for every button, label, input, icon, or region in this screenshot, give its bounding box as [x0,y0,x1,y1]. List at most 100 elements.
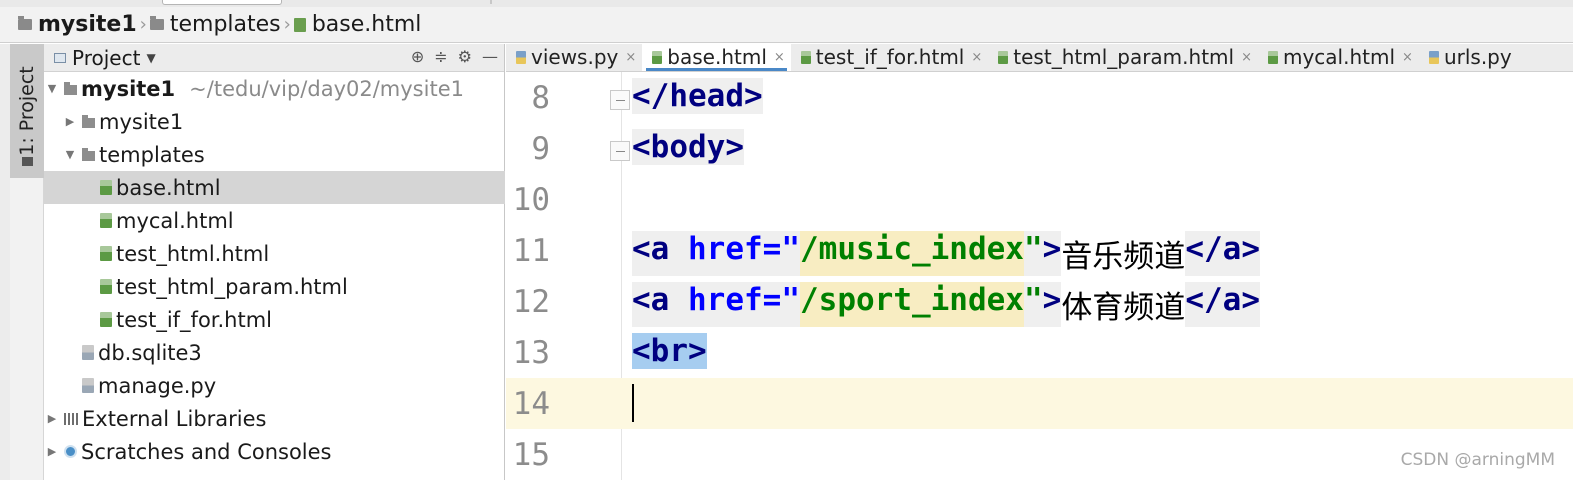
tool-strip-background [10,178,44,480]
file-icon [82,345,94,360]
scratches-icon [64,445,77,458]
locate-icon[interactable]: ⊕ [411,47,424,66]
code-text: </head > [632,78,763,114]
code-line[interactable]: 9 < body > [506,123,1573,174]
project-view-selector[interactable]: Project [72,46,140,70]
collapse-arrow-icon[interactable]: ▶ [46,412,58,425]
attr-quote: " [1023,231,1043,276]
line-number: 11 [512,233,550,269]
libraries-icon [64,412,78,425]
hide-icon[interactable]: — [482,47,498,66]
collapse-all-icon[interactable]: ≑ [434,47,447,66]
gear-icon[interactable]: ⚙ [458,47,472,66]
attr-eq: =" [762,231,800,276]
close-icon[interactable]: × [1241,50,1252,65]
folder-icon [82,147,95,161]
end-tag-open: </ [1185,231,1223,276]
tree-item-label: test_html_param.html [116,274,348,299]
tree-item-label: Scratches and Consoles [81,439,332,464]
line-number: 9 [531,131,550,167]
breadcrumb-item-templates[interactable]: templates [149,12,281,37]
space [669,282,689,327]
close-icon[interactable]: × [1402,50,1413,65]
python-file-icon [1428,50,1439,64]
tree-item-external-libraries[interactable]: ▶ External Libraries [44,402,505,435]
tree-item-path: ~/tedu/vip/day02/mysite1 [189,76,464,101]
tree-item-label: mycal.html [116,208,234,233]
tree-item-mysite1[interactable]: ▶ mysite1 [44,105,505,138]
tab-divider [490,0,492,4]
tree-item-test-if-for[interactable]: test_if_for.html [44,303,505,336]
tag-name: body [650,129,726,165]
attr-name: href [688,282,763,327]
collapse-arrow-icon[interactable]: ▶ [64,115,76,128]
tree-item-scratches[interactable]: ▶ Scratches and Consoles [44,435,505,468]
line-number: 14 [512,386,550,422]
tree-item-db-sqlite3[interactable]: db.sqlite3 [44,336,505,369]
editor: views.py × base.html × test_if_for.html … [506,44,1573,480]
tree-item-base-html[interactable]: base.html [44,171,505,204]
tree-item-mycal-html[interactable]: mycal.html [44,204,505,237]
tab-mycal-html[interactable]: mycal.html × [1258,44,1419,71]
tab-label: views.py [531,45,619,69]
project-tool-window-button[interactable]: 1: Project [10,44,44,178]
code-line[interactable]: 13 < br > [506,327,1573,378]
breadcrumb-label: base.html [311,12,422,37]
current-code-line[interactable]: 14 [506,378,1573,429]
breadcrumb-item-project[interactable]: mysite1 [18,12,137,37]
collapse-arrow-icon[interactable]: ▶ [46,445,58,458]
tree-item-label: manage.py [98,373,217,398]
html-file-icon [293,17,306,32]
tag-open: < [632,333,651,369]
tree-item-root[interactable]: ▼ mysite1 ~/tedu/vip/day02/mysite1 [44,72,505,105]
project-panel-toolbar: ⊕ ≑ ⚙ — [411,47,498,66]
tree-item-label: mysite1 [99,109,184,134]
close-icon[interactable]: × [774,50,785,65]
tree-item-label: db.sqlite3 [98,340,202,365]
tree-item-label: test_html.html [116,241,270,266]
breadcrumb-separator-icon: › [283,14,291,35]
chevron-down-icon[interactable]: ▼ [146,51,155,65]
folder-icon [82,114,95,128]
tab-base-html[interactable]: base.html × [642,44,791,71]
code-line[interactable]: 10 [506,174,1573,225]
tree-item-manage-py[interactable]: manage.py [44,369,505,402]
breadcrumb-item-file[interactable]: base.html [293,12,422,37]
tree-item-test-html-param[interactable]: test_html_param.html [44,270,505,303]
breadcrumb-label: templates [169,12,281,37]
expand-arrow-icon[interactable]: ▼ [64,148,76,161]
tag-open: </ [632,78,670,114]
tree-item-test-html[interactable]: test_html.html [44,237,505,270]
top-tab-strip [0,0,1573,7]
code-line[interactable]: 11 < a href ="/music_index " > 音乐频道 </a > [506,225,1573,276]
html-file-icon [100,180,112,195]
project-panel-header: Project ▼ ⊕ ≑ ⚙ — [44,44,504,72]
tab-label: test_html_param.html [1013,45,1235,69]
close-icon[interactable]: × [971,50,982,65]
space [669,231,689,276]
tab-test-html-param-html[interactable]: test_html_param.html × [988,44,1258,71]
partial-tab[interactable] [162,0,282,5]
tab-label: test_if_for.html [815,45,965,69]
line-number: 8 [531,80,550,116]
breadcrumb: mysite1 › templates › base.html [0,7,1573,43]
tab-test-if-for-html[interactable]: test_if_for.html × [791,44,989,71]
folder-icon [64,81,77,95]
fold-marker-icon[interactable] [610,90,630,110]
code-line[interactable]: 12 < a href ="/sport_index " > 体育频道 </a > [506,276,1573,327]
tab-label: base.html [667,45,767,69]
tab-views-py[interactable]: views.py × [506,44,642,71]
code-text: < a href ="/sport_index " > 体育频道 </a > [632,282,1260,327]
tree-item-label: templates [99,142,205,167]
fold-marker-icon[interactable] [610,141,630,161]
code-area[interactable]: 8 </head > 9 < body > 10 11 < a href ="/music… [506,72,1573,480]
tree-item-templates[interactable]: ▼ templates [44,138,505,171]
folder-icon [22,157,33,166]
tag-close: > [688,333,707,369]
expand-arrow-icon[interactable]: ▼ [46,82,58,95]
close-icon[interactable]: × [625,50,636,65]
tab-urls-py[interactable]: urls.py [1419,44,1518,71]
html-file-icon [100,312,112,327]
project-panel: Project ▼ ⊕ ≑ ⚙ — ▼ mysite1 ~/tedu/vip/d… [44,44,505,480]
code-line[interactable]: 8 </head > [506,72,1573,123]
